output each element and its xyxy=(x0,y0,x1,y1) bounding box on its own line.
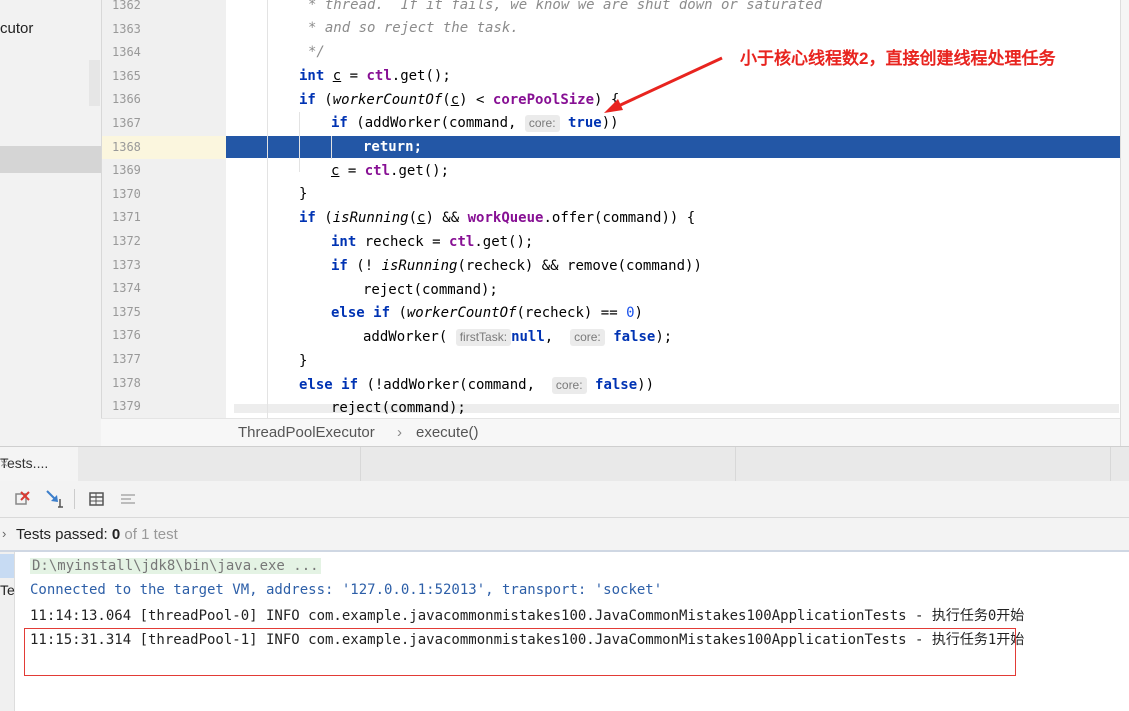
line-number[interactable]: 1367 xyxy=(112,116,141,130)
export-icon[interactable] xyxy=(43,487,67,511)
tab-divider xyxy=(735,447,736,481)
editor-right-strip[interactable] xyxy=(1120,0,1129,446)
chevron-right-icon[interactable]: › xyxy=(2,526,6,541)
line-number[interactable]: 1363 xyxy=(112,22,141,36)
tab-divider xyxy=(360,447,361,481)
test-tree-selected[interactable] xyxy=(0,554,14,578)
run-toolbar xyxy=(0,481,1129,518)
line-number[interactable]: 1377 xyxy=(112,352,141,366)
test-tree-item[interactable]: Te xyxy=(0,582,15,598)
project-item-class[interactable]: cutor xyxy=(0,20,33,37)
line-number[interactable]: 1362 xyxy=(112,0,141,12)
tests-passed-text: Tests passed: 0 of 1 test xyxy=(16,526,178,543)
line-number[interactable]: 1372 xyxy=(112,234,141,248)
line-number[interactable]: 1370 xyxy=(112,187,141,201)
breadcrumb-class[interactable]: ThreadPoolExecutor xyxy=(238,424,375,441)
console-line-command[interactable]: D:\myinstall\jdk8\bin\java.exe ... xyxy=(30,558,321,574)
table-icon[interactable] xyxy=(85,487,109,511)
test-tree-sidebar: Te xyxy=(0,552,15,711)
console-line-log: 11:14:13.064 [threadPool-0] INFO com.exa… xyxy=(30,608,1025,624)
line-number[interactable]: 1373 xyxy=(112,258,141,272)
line-number[interactable]: 1379 xyxy=(112,399,141,413)
line-number[interactable]: 1371 xyxy=(112,210,141,224)
rerun-failed-icon[interactable] xyxy=(11,487,35,511)
breadcrumb: ThreadPoolExecutor › execute() xyxy=(101,418,1120,447)
line-number[interactable]: 1375 xyxy=(112,305,141,319)
soft-wrap-icon[interactable] xyxy=(117,487,141,511)
run-tab-bar: Tests.... × xyxy=(0,446,1129,482)
project-scrollbar[interactable] xyxy=(89,60,100,106)
highlight-box xyxy=(24,628,1016,676)
console-line-connected: Connected to the target VM, address: '12… xyxy=(30,582,663,598)
line-number[interactable]: 1368 xyxy=(112,140,141,154)
line-number[interactable]: 1378 xyxy=(112,376,141,390)
breadcrumb-separator: › xyxy=(397,424,402,441)
test-status-bar: › Tests passed: 0 of 1 test xyxy=(0,518,1129,552)
toolbar-separator xyxy=(74,489,75,509)
line-number[interactable]: 1366 xyxy=(112,92,141,106)
project-selected-row[interactable] xyxy=(0,146,101,173)
line-number[interactable]: 1364 xyxy=(112,45,141,59)
tab-tests[interactable]: Tests.... × xyxy=(0,447,78,481)
line-number[interactable]: 1374 xyxy=(112,281,141,295)
close-icon[interactable]: × xyxy=(0,455,8,471)
project-panel: cutor xyxy=(0,0,101,446)
line-number[interactable]: 1369 xyxy=(112,163,141,177)
breadcrumb-method[interactable]: execute() xyxy=(416,424,479,441)
line-number[interactable]: 1376 xyxy=(112,328,141,342)
line-number[interactable]: 1365 xyxy=(112,69,141,83)
editor-gutter: 1362 1363 1364 1365 1366 1367 1368 1369 1370 1371… xyxy=(101,0,227,418)
annotation-text: 小于核心线程数2，直接创建线程处理任务 xyxy=(740,49,1056,68)
tab-divider xyxy=(1110,447,1111,481)
